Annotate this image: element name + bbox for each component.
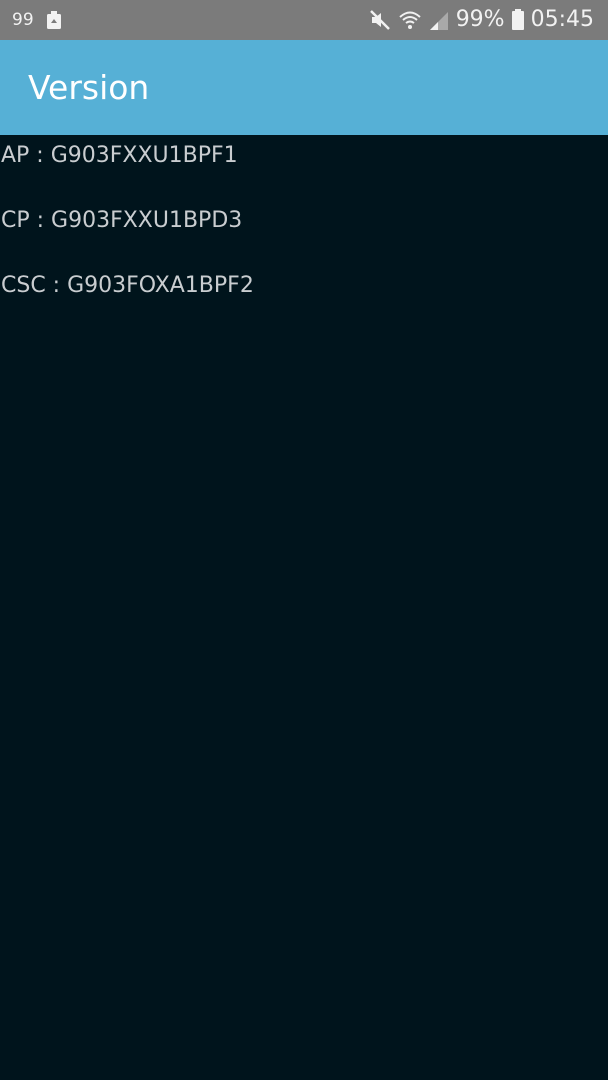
- version-csc: CSC : G903FOXA1BPF2: [1, 273, 254, 298]
- notification-count: 99: [12, 10, 34, 30]
- status-left: 99: [12, 0, 62, 40]
- page-title: Version: [28, 68, 150, 107]
- battery-icon: [511, 8, 525, 32]
- clock: 05:45: [530, 7, 594, 32]
- wifi-icon: [398, 8, 422, 32]
- version-ap: AP : G903FXXU1BPF1: [1, 143, 238, 168]
- recycle-icon: [46, 10, 62, 30]
- signal-icon: [428, 8, 450, 32]
- version-cp: CP : G903FXXU1BPD3: [1, 208, 243, 233]
- status-right: 99% 05:45: [368, 0, 594, 40]
- version-list: AP : G903FXXU1BPF1 CP : G903FXXU1BPD3 CS…: [0, 135, 608, 1080]
- status-bar: 99 99% 05:45: [0, 0, 608, 40]
- battery-percent: 99%: [455, 7, 505, 32]
- mute-icon: [368, 8, 392, 32]
- app-bar: Version: [0, 40, 608, 135]
